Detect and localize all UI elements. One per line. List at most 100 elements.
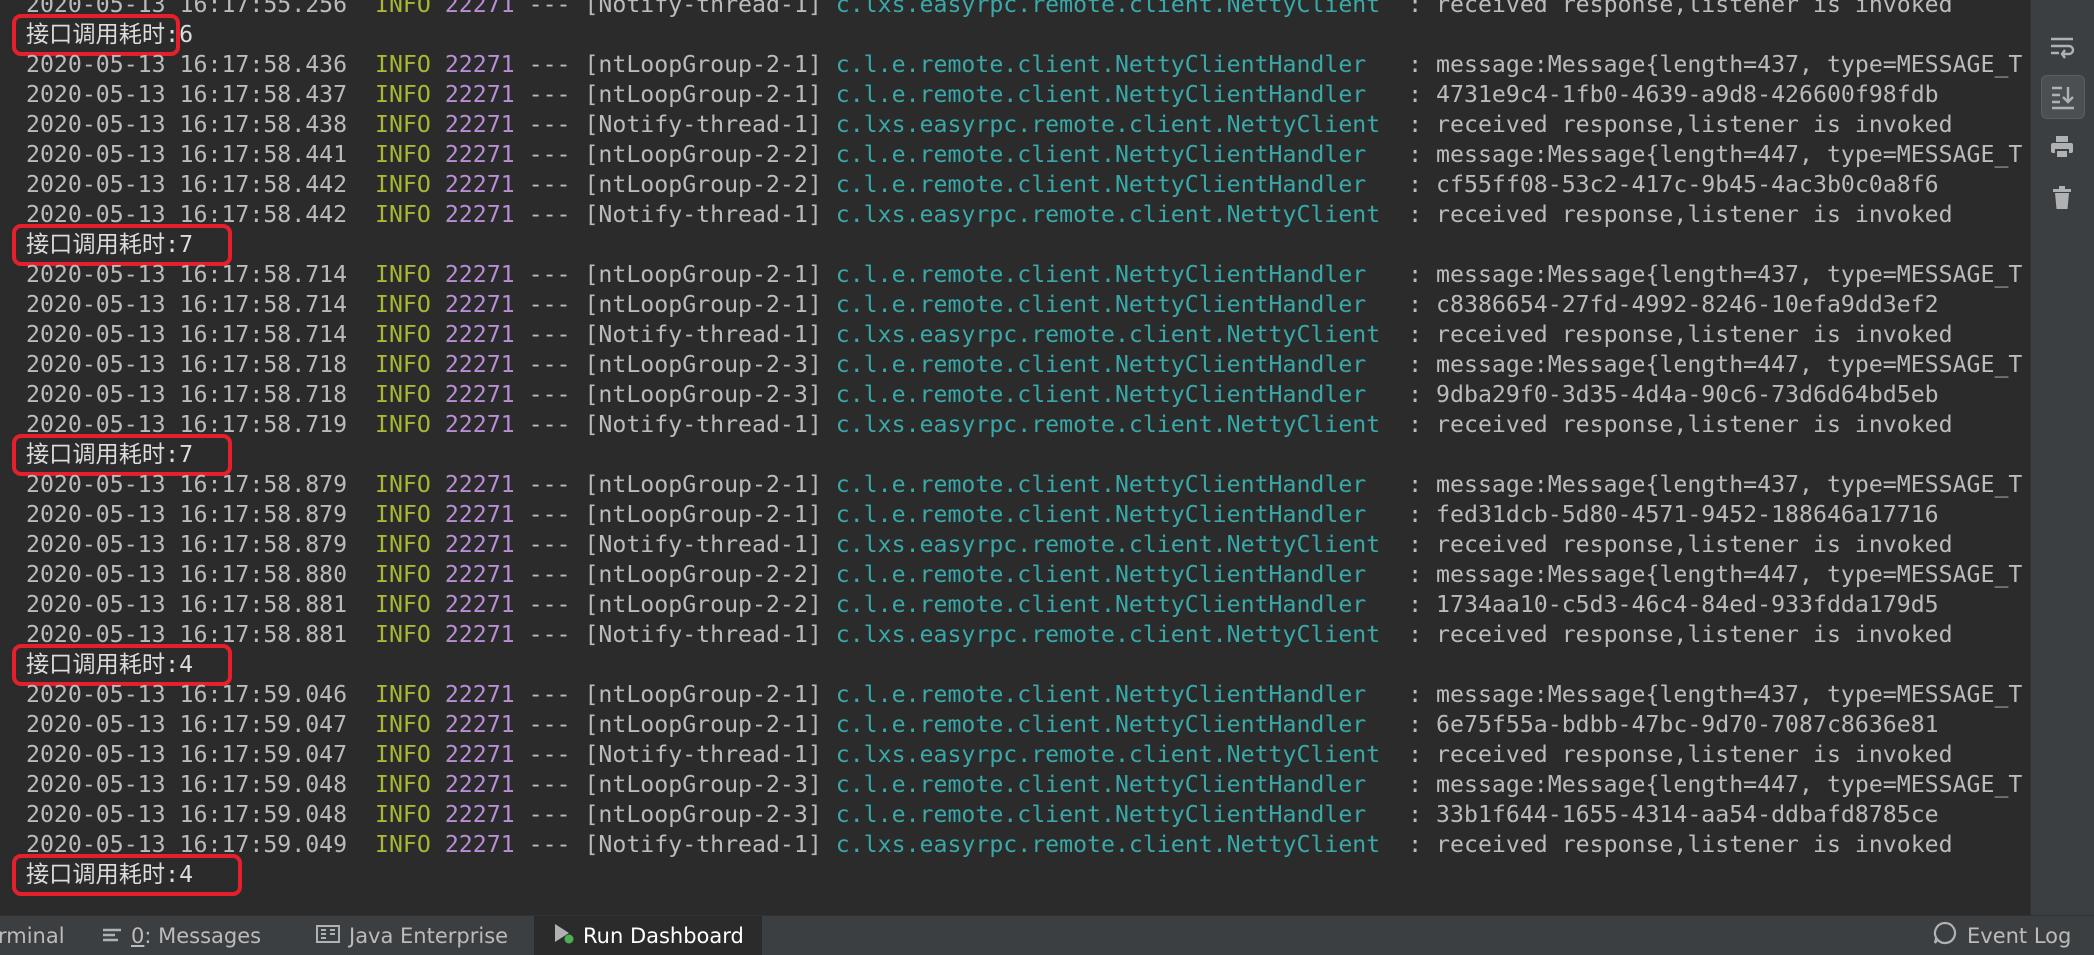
log-message: : message:Message{length=447, type=MESSA…	[1408, 141, 2023, 168]
tab-terminal[interactable]: rminal	[0, 916, 65, 955]
log-message: : c8386654-27fd-4992-8246-10efa9dd3ef2	[1408, 291, 1939, 318]
log-logger: c.l.e.remote.client.NettyClientHandler	[835, 471, 1395, 498]
log-timestamp: 2020-05-13 16:17:58.879	[26, 501, 348, 528]
log-pid: 22271	[444, 111, 515, 138]
log-message: : received response,listener is invoked	[1408, 831, 1953, 858]
log-thread: [ntLoopGroup-2-1]	[584, 681, 822, 708]
log-thread: [ntLoopGroup-2-2]	[584, 591, 822, 618]
tab-run-dashboard[interactable]: Run Dashboard	[534, 916, 762, 955]
log-thread: [ntLoopGroup-2-1]	[584, 471, 822, 498]
log-level: INFO	[375, 111, 431, 138]
tool-window-bar: rminal 0: Messages Java Enterprise Run D…	[0, 915, 2094, 955]
log-line: 2020-05-13 16:17:58.714 INFO 22271 --- […	[26, 260, 2022, 290]
log-thread: [ntLoopGroup-2-2]	[584, 561, 822, 588]
trash-icon[interactable]	[2041, 177, 2083, 219]
log-message: : message:Message{length=447, type=MESSA…	[1408, 351, 2023, 378]
log-level: INFO	[375, 681, 431, 708]
log-logger: c.l.e.remote.client.NettyClientHandler	[835, 81, 1395, 108]
log-timestamp: 2020-05-13 16:17:58.881	[26, 591, 348, 618]
java-enterprise-icon	[316, 924, 340, 948]
event-log-icon	[1932, 920, 1958, 951]
log-separator: ---	[528, 51, 571, 78]
log-level: INFO	[375, 351, 431, 378]
log-separator: ---	[528, 561, 571, 588]
log-thread: [Notify-thread-1]	[584, 0, 822, 18]
log-level: INFO	[375, 621, 431, 648]
soft-wrap-icon[interactable]	[2041, 26, 2083, 68]
log-separator: ---	[528, 801, 571, 828]
log-line: 2020-05-13 16:17:58.881 INFO 22271 --- […	[26, 620, 1953, 650]
log-message: : received response,listener is invoked	[1408, 111, 1953, 138]
log-level: INFO	[375, 0, 431, 18]
print-icon[interactable]	[2041, 126, 2083, 168]
log-separator: ---	[528, 81, 571, 108]
log-level: INFO	[375, 501, 431, 528]
log-thread: [ntLoopGroup-2-2]	[584, 171, 822, 198]
tab-java-enterprise[interactable]: Java Enterprise	[316, 916, 508, 955]
log-logger: c.lxs.easyrpc.remote.client.NettyClient	[835, 411, 1395, 438]
log-logger: c.lxs.easyrpc.remote.client.NettyClient	[835, 831, 1395, 858]
log-separator: ---	[528, 711, 571, 738]
log-timestamp: 2020-05-13 16:17:59.047	[26, 711, 348, 738]
log-pid: 22271	[444, 531, 515, 558]
highlight-box	[12, 854, 242, 896]
log-line: 2020-05-13 16:17:59.046 INFO 22271 --- […	[26, 680, 2022, 710]
log-message: : received response,listener is invoked	[1408, 321, 1953, 348]
scroll-to-end-icon[interactable]	[2041, 75, 2085, 119]
log-logger: c.l.e.remote.client.NettyClientHandler	[835, 291, 1395, 318]
log-pid: 22271	[444, 381, 515, 408]
tab-messages[interactable]: 0: Messages	[102, 916, 261, 955]
log-pid: 22271	[444, 711, 515, 738]
log-logger: c.lxs.easyrpc.remote.client.NettyClient	[835, 321, 1395, 348]
log-line: 2020-05-13 16:17:58.718 INFO 22271 --- […	[26, 350, 2022, 380]
log-level: INFO	[375, 141, 431, 168]
log-timestamp: 2020-05-13 16:17:58.714	[26, 321, 348, 348]
log-thread: [ntLoopGroup-2-1]	[584, 711, 822, 738]
log-logger: c.lxs.easyrpc.remote.client.NettyClient	[835, 201, 1395, 228]
log-pid: 22271	[444, 471, 515, 498]
log-thread: [ntLoopGroup-2-3]	[584, 381, 822, 408]
tab-java-enterprise-label: Java Enterprise	[349, 923, 509, 948]
log-level: INFO	[375, 411, 431, 438]
log-logger: c.l.e.remote.client.NettyClientHandler	[835, 801, 1395, 828]
log-pid: 22271	[444, 501, 515, 528]
log-line: 2020-05-13 16:17:58.442 INFO 22271 --- […	[26, 200, 1953, 230]
log-separator: ---	[528, 501, 571, 528]
log-logger: c.l.e.remote.client.NettyClientHandler	[835, 141, 1395, 168]
log-pid: 22271	[444, 411, 515, 438]
log-message: : message:Message{length=447, type=MESSA…	[1408, 771, 2023, 798]
log-message: : 4731e9c4-1fb0-4639-a9d8-426600f98fdb	[1408, 81, 1939, 108]
log-level: INFO	[375, 201, 431, 228]
tab-event-log-label: Event Log	[1967, 923, 2072, 948]
console-toolbar	[2030, 0, 2094, 915]
log-pid: 22271	[444, 771, 515, 798]
log-level: INFO	[375, 741, 431, 768]
log-logger: c.lxs.easyrpc.remote.client.NettyClient	[835, 741, 1395, 768]
log-logger: c.l.e.remote.client.NettyClientHandler	[835, 51, 1395, 78]
log-line: 2020-05-13 16:17:58.437 INFO 22271 --- […	[26, 80, 1939, 110]
log-level: INFO	[375, 561, 431, 588]
console-output[interactable]: 2020-05-13 16:17:55.256 INFO 22271 --- […	[0, 0, 2030, 915]
log-pid: 22271	[444, 621, 515, 648]
log-thread: [ntLoopGroup-2-1]	[584, 501, 822, 528]
log-thread: [Notify-thread-1]	[584, 621, 822, 648]
log-timestamp: 2020-05-13 16:17:59.048	[26, 801, 348, 828]
log-separator: ---	[528, 741, 571, 768]
log-line: 2020-05-13 16:17:58.436 INFO 22271 --- […	[26, 50, 2022, 80]
log-pid: 22271	[444, 141, 515, 168]
log-thread: [ntLoopGroup-2-1]	[584, 81, 822, 108]
log-message: : 1734aa10-c5d3-46c4-84ed-933fdda179d5	[1408, 591, 1939, 618]
log-pid: 22271	[444, 171, 515, 198]
log-message: : received response,listener is invoked	[1408, 411, 1953, 438]
log-pid: 22271	[444, 561, 515, 588]
log-logger: c.l.e.remote.client.NettyClientHandler	[835, 591, 1395, 618]
log-level: INFO	[375, 261, 431, 288]
log-message: : fed31dcb-5d80-4571-9452-188646a17716	[1408, 501, 1939, 528]
log-logger: c.l.e.remote.client.NettyClientHandler	[835, 171, 1395, 198]
log-line: 2020-05-13 16:17:58.879 INFO 22271 --- […	[26, 470, 2022, 500]
tab-event-log[interactable]: Event Log	[1932, 916, 2071, 955]
log-separator: ---	[528, 111, 571, 138]
log-level: INFO	[375, 291, 431, 318]
log-logger: c.l.e.remote.client.NettyClientHandler	[835, 561, 1395, 588]
log-message: : 9dba29f0-3d35-4d4a-90c6-73d6d64bd5eb	[1408, 381, 1939, 408]
